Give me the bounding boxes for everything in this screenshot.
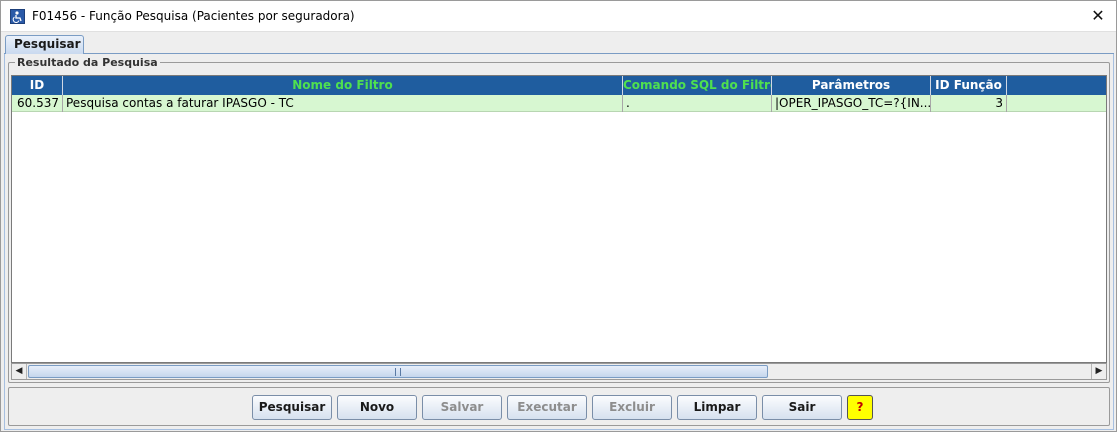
scroll-right-arrow-icon[interactable]: ▶	[1091, 364, 1106, 379]
column-header-filler	[1007, 76, 1106, 95]
cell-id-funcao[interactable]: 3	[931, 95, 1007, 112]
wheelchair-app-icon	[10, 9, 25, 24]
title-bar: F01456 - Função Pesquisa (Pacientes por …	[1, 1, 1116, 32]
sair-button[interactable]: Sair	[762, 395, 842, 420]
tab-pesquisar[interactable]: Pesquisar	[5, 35, 84, 55]
scrollbar-grip-icon	[395, 368, 401, 376]
button-bar: Pesquisar Novo Salvar Executar Excluir L…	[8, 387, 1110, 426]
cell-nome-filtro[interactable]: Pesquisa contas a faturar IPASGO - TC	[63, 95, 623, 112]
tab-strip: Pesquisar	[4, 34, 1114, 55]
scroll-left-arrow-icon[interactable]: ◀	[12, 364, 27, 379]
column-header-parametros[interactable]: Parâmetros	[772, 76, 931, 95]
scrollbar-thumb[interactable]	[28, 365, 768, 378]
column-header-id[interactable]: ID	[12, 76, 63, 95]
executar-button[interactable]: Executar	[507, 395, 587, 420]
salvar-button[interactable]: Salvar	[422, 395, 502, 420]
results-table: ID Nome do Filtro Comando SQL do Filtro …	[11, 75, 1107, 363]
column-header-id-funcao[interactable]: ID Função	[931, 76, 1007, 95]
column-header-nome-filtro[interactable]: Nome do Filtro	[63, 76, 623, 95]
cell-parametros[interactable]: |OPER_IPASGO_TC=?{IN...	[772, 95, 931, 112]
table-row[interactable]: 60.537 Pesquisa contas a faturar IPASGO …	[12, 95, 1106, 112]
result-legend: Resultado da Pesquisa	[17, 56, 158, 69]
pesquisar-button[interactable]: Pesquisar	[252, 395, 332, 420]
novo-button[interactable]: Novo	[337, 395, 417, 420]
help-button[interactable]: ?	[847, 395, 873, 420]
tab-panel: Resultado da Pesquisa ID Nome do Filtro …	[4, 54, 1114, 430]
horizontal-scrollbar[interactable]: ◀ ▶	[11, 363, 1107, 380]
column-header-comando-sql[interactable]: Comando SQL do Filtro	[623, 76, 772, 95]
table-header: ID Nome do Filtro Comando SQL do Filtro …	[12, 76, 1106, 95]
cell-filler	[1007, 95, 1106, 112]
limpar-button[interactable]: Limpar	[677, 395, 757, 420]
app-window: F01456 - Função Pesquisa (Pacientes por …	[0, 0, 1117, 432]
excluir-button[interactable]: Excluir	[592, 395, 672, 420]
close-icon[interactable]: ✕	[1088, 6, 1108, 26]
cell-comando-sql[interactable]: .	[623, 95, 772, 112]
cell-id[interactable]: 60.537	[12, 95, 63, 112]
window-title: F01456 - Função Pesquisa (Pacientes por …	[32, 9, 355, 23]
